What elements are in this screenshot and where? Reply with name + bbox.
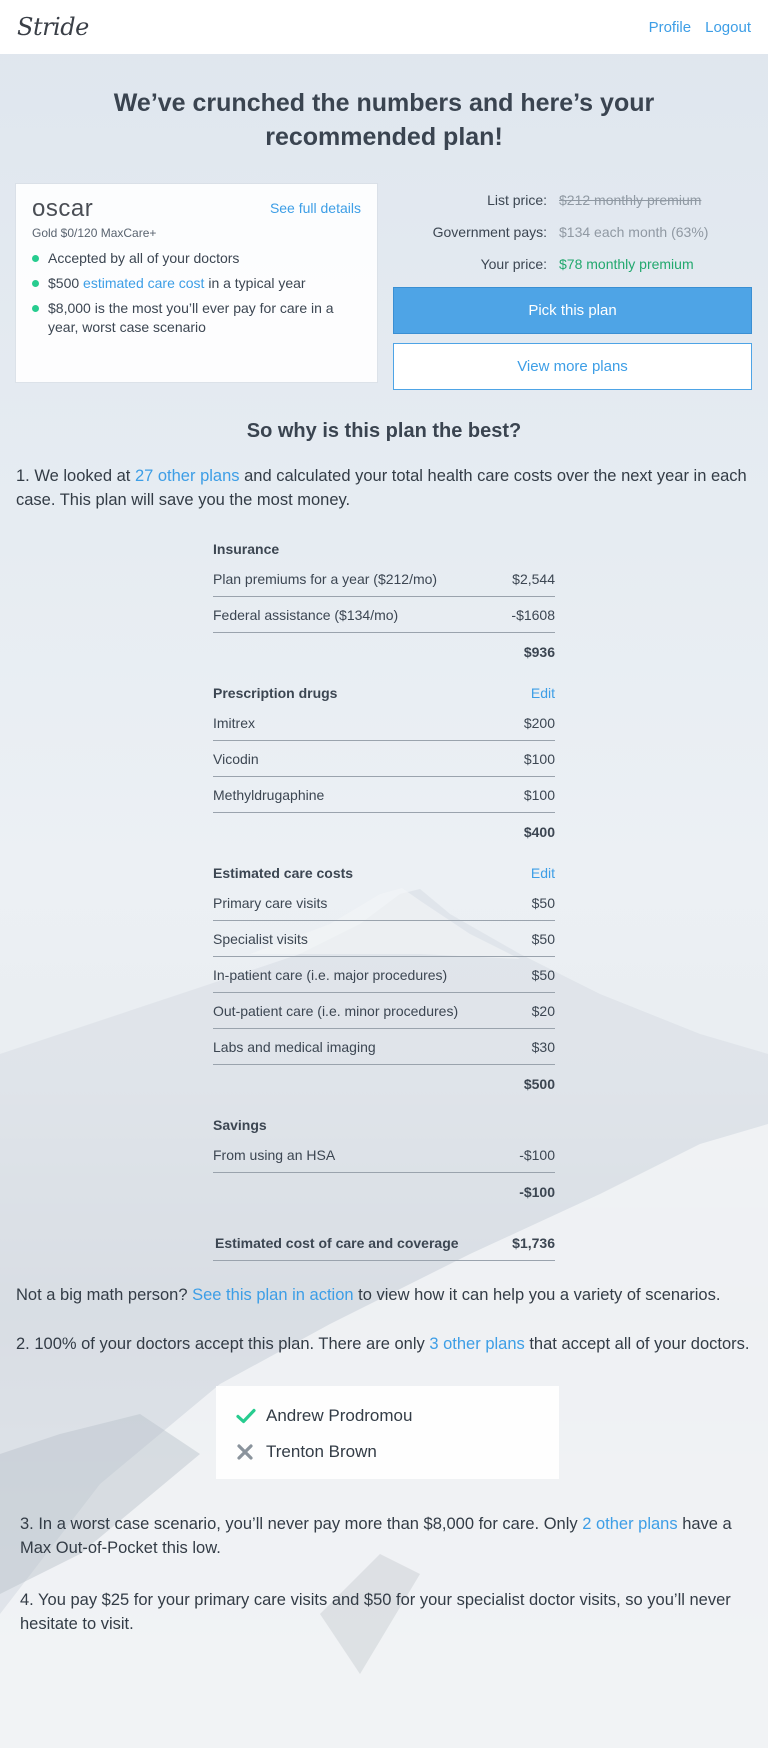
your-price-row: Your price: $78 monthly premium [480, 256, 694, 272]
doctor-name: Andrew Prodromou [266, 1406, 413, 1425]
table-row: Primary care visits $50 [213, 885, 555, 921]
doctor-name: Trenton Brown [266, 1442, 377, 1461]
list-item: Trenton Brown [236, 1434, 539, 1470]
reason-2: 2. 100% of your doctors accept this plan… [16, 1335, 750, 1353]
list-item: $500 estimated care cost in a typical ye… [32, 274, 361, 293]
pricing-panel: List price: $212 monthly premium Governm… [393, 184, 752, 390]
see-full-details-link[interactable]: See full details [270, 200, 361, 216]
bullet-dot-icon [32, 305, 39, 312]
list-item: Accepted by all of your doctors [32, 249, 361, 268]
edit-prescriptions-link[interactable]: Edit [531, 685, 555, 705]
edit-care-costs-link[interactable]: Edit [531, 865, 555, 885]
government-pays-row: Government pays: $134 each month (63%) [432, 224, 709, 240]
carrier-logo: oscar [32, 195, 94, 222]
prescription-header: Prescription drugs Edit [213, 671, 555, 705]
insurance-header: Insurance [213, 541, 280, 557]
table-row: Specialist visits $50 [213, 921, 555, 957]
profile-link[interactable]: Profile [649, 19, 692, 36]
savings-header: Savings [213, 1117, 267, 1133]
three-other-plans-link[interactable]: 3 other plans [429, 1335, 524, 1353]
why-title: So why is this plan the best? [246, 420, 522, 442]
insurance-subtotal: $936 [523, 644, 555, 660]
doctor-list: Andrew Prodromou Trenton Brown [216, 1386, 559, 1479]
math-note: Not a big math person? See this plan in … [16, 1286, 721, 1304]
plan-name: Gold $0/120 MaxCare+ [32, 226, 157, 240]
logout-link[interactable]: Logout [705, 19, 751, 36]
table-row: Federal assistance ($134/mo) -$1608 [213, 597, 555, 633]
table-row: Labs and medical imaging $30 [213, 1029, 555, 1065]
care-costs-subtotal: $500 [523, 1076, 555, 1092]
stride-logo[interactable]: Stride [17, 13, 89, 41]
other-plans-link[interactable]: 27 other plans [135, 467, 240, 485]
x-icon [236, 1444, 266, 1460]
your-price: $78 monthly premium [559, 256, 694, 272]
two-other-plans-link[interactable]: 2 other plans [582, 1515, 677, 1533]
total-cost: $1,736 [512, 1234, 555, 1251]
reason-1: 1. We looked at 27 other plans and calcu… [16, 467, 747, 509]
see-plan-in-action-link[interactable]: See this plan in action [192, 1286, 353, 1304]
plan-card: oscar See full details Gold $0/120 MaxCa… [16, 184, 377, 382]
top-bar: Stride Profile Logout [0, 0, 768, 54]
list-price: $212 monthly premium [559, 192, 702, 208]
table-row: Plan premiums for a year ($212/mo) $2,544 [213, 561, 555, 597]
bullet-dot-icon [32, 280, 39, 287]
top-nav: Profile Logout [649, 19, 751, 36]
view-more-plans-button[interactable]: View more plans [393, 343, 752, 390]
bullet-dot-icon [32, 255, 39, 262]
list-price-row: List price: $212 monthly premium [487, 192, 702, 208]
list-item: $8,000 is the most you’ll ever pay for c… [32, 299, 361, 337]
estimated-care-cost-link[interactable]: estimated care cost [83, 275, 204, 291]
government-pays: $134 each month (63%) [559, 224, 709, 240]
plan-highlights: Accepted by all of your doctors $500 est… [32, 249, 361, 337]
prescription-subtotal: $400 [523, 824, 555, 840]
care-costs-header: Estimated care costs Edit [213, 851, 555, 885]
table-row: In-patient care (i.e. major procedures) $… [213, 957, 555, 993]
table-row: Vicodin $100 [213, 741, 555, 777]
page-headline: We’ve crunched the numbers and here’s yo… [113, 89, 655, 151]
savings-subtotal: -$100 [519, 1184, 555, 1200]
table-row: Out-patient care (i.e. minor procedures)… [213, 993, 555, 1029]
check-icon [236, 1408, 266, 1424]
cost-breakdown: Insurance Plan premiums for a year ($212… [213, 535, 555, 1261]
plan-summary: oscar See full details Gold $0/120 MaxCa… [0, 184, 768, 390]
table-row: From using an HSA -$100 [213, 1137, 555, 1173]
list-item: Andrew Prodromou [236, 1398, 539, 1434]
pick-plan-button[interactable]: Pick this plan [393, 287, 752, 334]
table-row: Imitrex $200 [213, 705, 555, 741]
reason-4: 4. You pay $25 for your primary care vis… [20, 1591, 731, 1633]
total-cost-row: Estimated cost of care and coverage $1,73… [213, 1225, 555, 1261]
table-row: Methyldrugaphine $100 [213, 777, 555, 813]
reason-3: 3. In a worst case scenario, you’ll neve… [20, 1515, 732, 1557]
